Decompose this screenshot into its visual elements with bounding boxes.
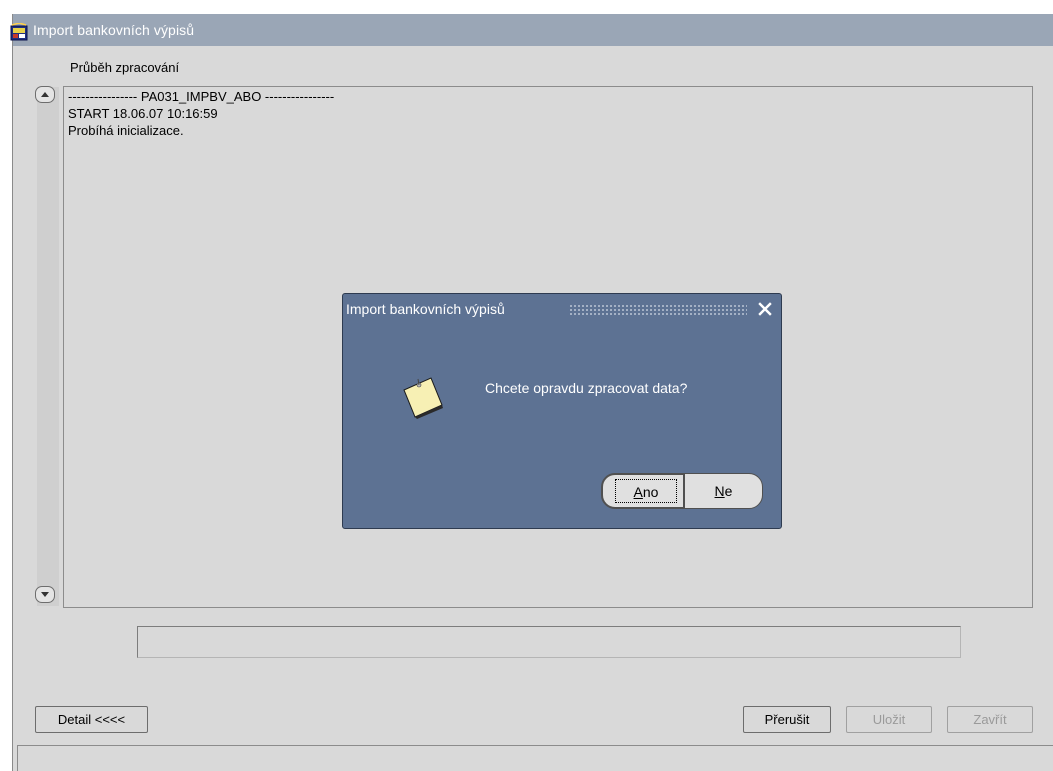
- yes-label: no: [642, 484, 659, 500]
- dialog-message: Chcete opravdu zpracovat data?: [485, 380, 688, 396]
- scroll-up-button[interactable]: [35, 86, 55, 103]
- close-button[interactable]: Zavřít: [947, 706, 1033, 733]
- log-scrollbar[interactable]: [37, 87, 59, 606]
- status-bar: [17, 745, 1053, 771]
- titlebar-grip: [569, 304, 747, 315]
- progress-field: [137, 626, 961, 658]
- log-line: ---------------- PA031_IMPBV_ABO -------…: [68, 89, 335, 104]
- section-label: Průběh zpracování: [70, 60, 180, 75]
- chevron-up-icon: [41, 92, 49, 97]
- note-icon: [403, 377, 443, 419]
- window-titlebar: Import bankovních výpisů: [10, 14, 1053, 46]
- scroll-down-button[interactable]: [35, 586, 55, 603]
- no-label: e: [724, 483, 733, 499]
- dialog-titlebar[interactable]: Import bankovních výpisů: [343, 294, 781, 324]
- detail-button[interactable]: Detail <<<<: [35, 706, 148, 733]
- app-icon: [10, 21, 29, 41]
- window-title: Import bankovních výpisů: [33, 22, 195, 38]
- interrupt-button[interactable]: Přerušit: [743, 706, 831, 733]
- no-mnemonic: N: [714, 483, 725, 499]
- yes-mnemonic: A: [633, 484, 643, 500]
- log-line: Probíhá inicializace.: [68, 123, 184, 138]
- no-button[interactable]: Ne: [684, 473, 763, 509]
- save-button[interactable]: Uložit: [846, 706, 932, 733]
- dialog-title: Import bankovních výpisů: [346, 301, 505, 317]
- log-line: START 18.06.07 10:16:59: [68, 106, 218, 121]
- yes-button[interactable]: Ano: [601, 473, 685, 509]
- chevron-down-icon: [41, 592, 49, 597]
- confirm-dialog: Import bankovních výpisů Chcete opravdu …: [342, 293, 782, 529]
- focus-ring: Ano: [615, 479, 677, 503]
- close-icon[interactable]: [758, 302, 772, 316]
